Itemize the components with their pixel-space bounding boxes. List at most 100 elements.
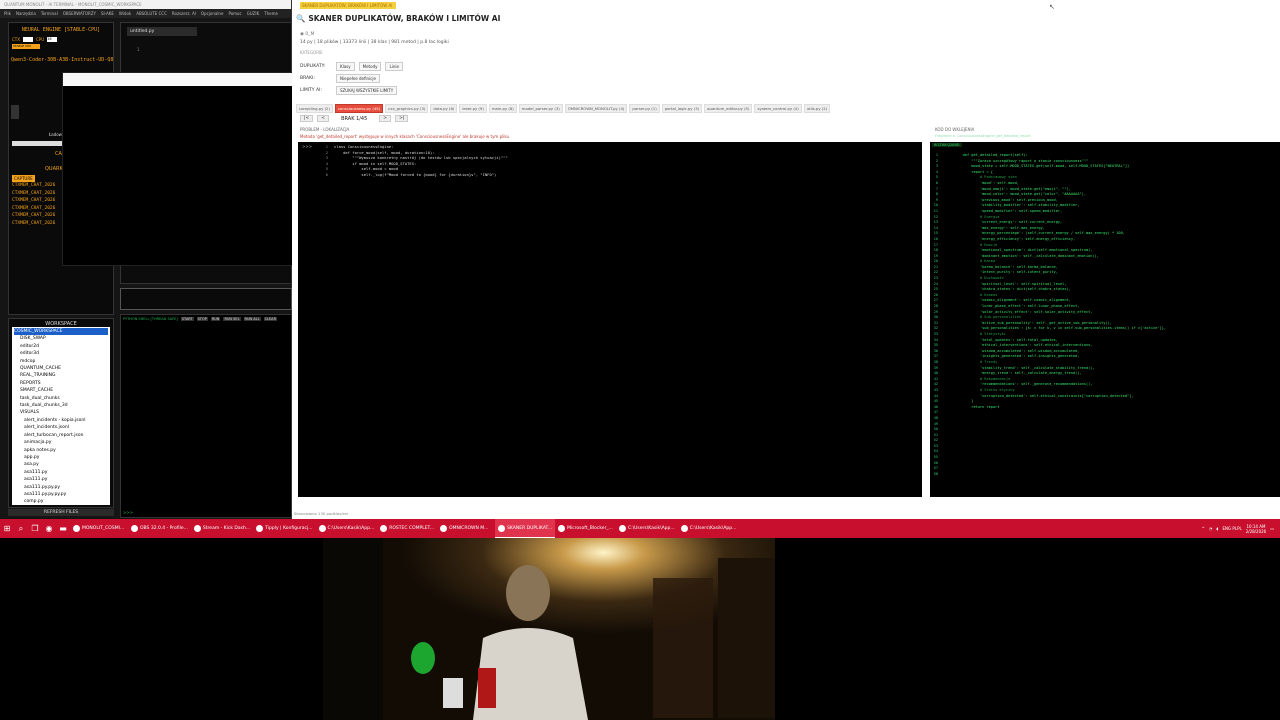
- shell-button[interactable]: STOP: [196, 316, 208, 321]
- tree-item[interactable]: editor2d: [14, 343, 108, 350]
- ctx-memory-item[interactable]: CTXMEM_CHAT_2026: [12, 212, 55, 220]
- tree-item[interactable]: mdcop: [14, 358, 108, 365]
- file-tab[interactable]: system_control.py (4): [754, 104, 802, 113]
- taskbar-app[interactable]: C:\Users\Kasik\App...: [316, 519, 378, 538]
- folder-icon[interactable]: ▬: [56, 519, 70, 538]
- menu-item[interactable]: Plik: [4, 9, 11, 18]
- option-checkbox[interactable]: Linie: [385, 62, 403, 71]
- menu-item[interactable]: Rozszerz. AI: [172, 9, 196, 18]
- ctx-memory-item[interactable]: CTXMEM_CHAT_2026: [12, 220, 55, 228]
- browser-icon[interactable]: ◉: [42, 519, 56, 538]
- cpu-input[interactable]: 16: [47, 37, 58, 42]
- file-tab[interactable]: main.py (8): [488, 104, 517, 113]
- taskbar-app[interactable]: MONOLIT_COSMI...: [70, 519, 128, 538]
- option-checkbox[interactable]: Metody: [358, 62, 382, 71]
- file-tab[interactable]: data.py (6): [430, 104, 458, 113]
- tree-item[interactable]: DISK_SWAP: [14, 335, 108, 342]
- ctx-memory-item[interactable]: CTXMEM_CHAT_2026: [12, 205, 55, 213]
- ctx-input[interactable]: [22, 37, 33, 42]
- refresh-files-button[interactable]: REFRESH FILES: [8, 509, 114, 516]
- tree-item[interactable]: editor3d: [14, 350, 108, 357]
- shell-button[interactable]: RUN: [210, 316, 221, 321]
- menu-item[interactable]: Narzędzia: [16, 9, 36, 18]
- file-tab[interactable]: quantum_editor.py (5): [704, 104, 753, 113]
- last-button[interactable]: >|: [395, 115, 409, 122]
- tree-item[interactable]: alert_turbocan_report.json: [14, 432, 108, 439]
- tree-item[interactable]: apka notes.py: [14, 447, 108, 454]
- shell-button[interactable]: RUN SEL: [223, 316, 241, 321]
- option-checkbox[interactable]: Niepełne definicje: [336, 74, 380, 83]
- clock[interactable]: 10:14 AM 2/28/2026: [1246, 524, 1267, 534]
- search-icon[interactable]: ⌕: [14, 519, 28, 538]
- tree-item[interactable]: COSMIC_WORKSPACE: [14, 328, 108, 336]
- menu-item[interactable]: ABSOLUTE CCC: [136, 9, 167, 18]
- volume-icon[interactable]: ◖: [1216, 526, 1218, 531]
- first-button[interactable]: |<: [300, 115, 314, 122]
- notification-icon[interactable]: ▭: [1270, 526, 1274, 531]
- taskbar-app[interactable]: C:\Users\Kasik\App...: [678, 519, 740, 538]
- option-checkbox[interactable]: SZUKAJ WSZYSTKIE LIMITY: [336, 86, 398, 95]
- tree-item[interactable]: comp.py: [14, 498, 108, 505]
- menu-item[interactable]: OBSERWATORZY: [63, 9, 96, 18]
- fix-code-view[interactable]: ROZWIĄZANIE: 1 2 3 4 5 6 7 8 9 10 11 12 13 14 15 16 17 18…: [930, 142, 1280, 497]
- shell-button[interactable]: START: [180, 316, 194, 321]
- taskbar-app[interactable]: Tipply | Konfiguracj...: [253, 519, 315, 538]
- capture-button[interactable]: CAPTURE: [12, 175, 35, 182]
- shell-button[interactable]: RUN ALL: [243, 316, 261, 321]
- prev-button[interactable]: <: [317, 115, 330, 122]
- tree-item[interactable]: asa111.py: [14, 476, 108, 483]
- tree-item[interactable]: SMART_CACHE: [14, 387, 108, 394]
- file-tab[interactable]: cxx_graphics.py (3): [385, 104, 429, 113]
- tree-item[interactable]: REAL_TRAINING: [14, 372, 108, 379]
- file-tab[interactable]: model_parser.py (3): [518, 104, 563, 113]
- taskbar-app[interactable]: OBS 32.0.4 - Profile...: [128, 519, 191, 538]
- task-view-icon[interactable]: ❐: [28, 519, 42, 538]
- taskbar-app[interactable]: Stream - Kick Dash...: [191, 519, 253, 538]
- tree-item[interactable]: animacja.py: [14, 439, 108, 446]
- tree-item[interactable]: asa.py: [14, 461, 108, 468]
- tree-item[interactable]: alert_incidents - kopia.jsonl: [14, 417, 108, 424]
- tree-item[interactable]: task_dual_chunks_3d: [14, 402, 108, 409]
- taskbar-app[interactable]: SKANER DUPLIKAT...: [495, 519, 556, 538]
- shell-prompt[interactable]: >>>: [123, 510, 133, 515]
- menu-item[interactable]: Terminal: [41, 9, 58, 18]
- next-button[interactable]: >: [379, 115, 392, 122]
- tree-item[interactable]: asa111.py: [14, 469, 108, 476]
- menu-item[interactable]: Theme: [264, 9, 278, 18]
- file-tab[interactable]: lexer.py (9): [459, 104, 487, 113]
- file-tab[interactable]: portal_logic.py (3): [661, 104, 703, 113]
- start-icon[interactable]: ⊞: [0, 519, 14, 538]
- language-indicator[interactable]: ENG PLPL: [1223, 526, 1242, 531]
- shell-button[interactable]: CLEAR: [263, 316, 278, 321]
- taskbar-app[interactable]: C:\Users\Kasik\App...: [616, 519, 678, 538]
- source-code-view[interactable]: >>> 123456 class ConsciousnessEngine: de…: [298, 142, 922, 497]
- tree-item[interactable]: task_dual_chunks: [14, 395, 108, 402]
- menu-item[interactable]: Opcjonalne: [201, 9, 224, 18]
- tree-item[interactable]: asa111.py.py.py: [14, 484, 108, 491]
- taskbar-app[interactable]: ROSTEC COMPLET...: [377, 519, 437, 538]
- chevron-up-icon[interactable]: ^: [1202, 526, 1205, 531]
- tree-item[interactable]: QUANTUM_CACHE: [14, 365, 108, 372]
- ctx-memory-item[interactable]: CTXMEM_CHAT_2026: [12, 197, 55, 205]
- file-tab[interactable]: parser.py (1): [629, 104, 660, 113]
- ctx-memory-item[interactable]: CTXMEM_CHAT_2026: [12, 182, 55, 190]
- tab-untitled[interactable]: untitled.py: [127, 27, 197, 36]
- menu-item[interactable]: Pomoc: [228, 9, 241, 18]
- menu-item[interactable]: Widok: [119, 9, 131, 18]
- tree-item[interactable]: asa111.py.py.py.py: [14, 491, 108, 498]
- model-name[interactable]: Qwen3-Coder-30B-A3B-Instruct-UD-Q8_K: [11, 57, 113, 63]
- tree-item[interactable]: app.py: [14, 454, 108, 461]
- network-icon[interactable]: ◔: [1209, 526, 1213, 531]
- option-checkbox[interactable]: Klasy: [336, 62, 355, 71]
- tree-item[interactable]: alert_incidents.jsonl: [14, 424, 108, 431]
- menu-item[interactable]: SI-AKE: [101, 9, 114, 18]
- menu-item[interactable]: GUZIK: [247, 9, 260, 18]
- python-shell[interactable]: PYTHON SHELL [THREAD SAFE] START STOP RUN R…: [120, 314, 292, 518]
- file-tab[interactable]: OMNICROWN_MONOLIT.py (4): [564, 104, 628, 113]
- taskbar-app[interactable]: Microsoft_Blocker_...: [555, 519, 616, 538]
- file-tab[interactable]: utils.py (2): [803, 104, 831, 113]
- ctx-memory-item[interactable]: CTXMEM_CHAT_2026: [12, 190, 55, 198]
- tree-item[interactable]: VISUALS: [14, 409, 108, 416]
- file-tab[interactable]: compiling.py (2): [296, 104, 333, 113]
- tree-item[interactable]: REPORTS: [14, 380, 108, 387]
